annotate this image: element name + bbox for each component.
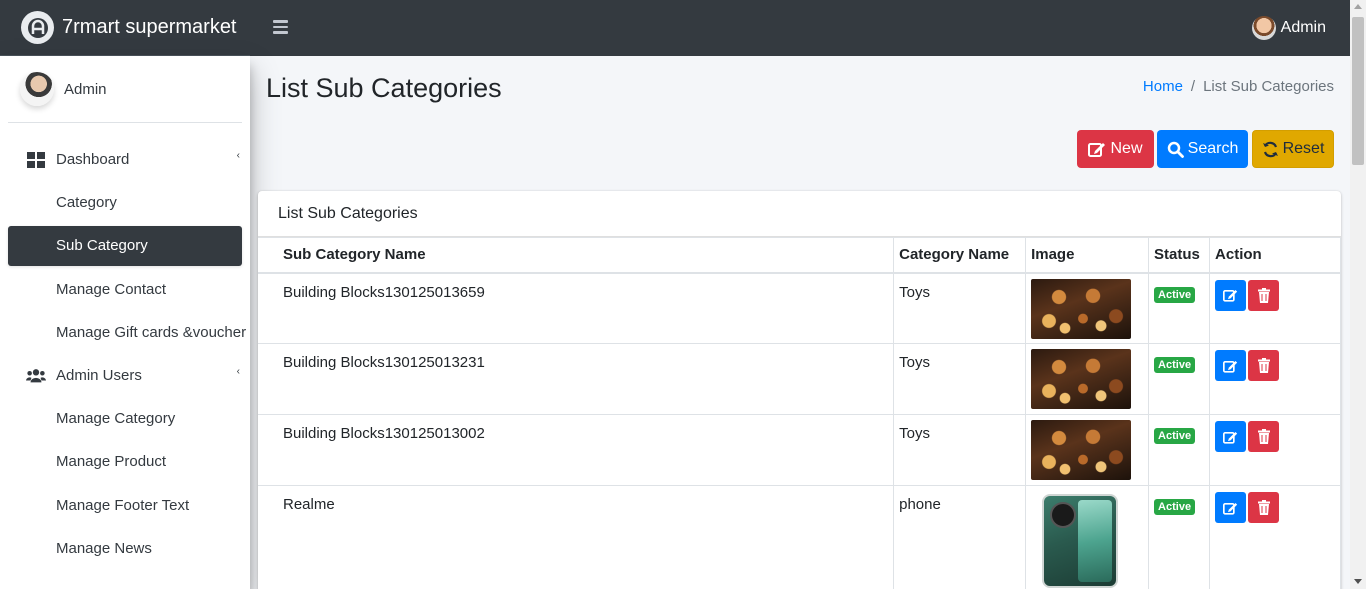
- search-button[interactable]: Search: [1157, 130, 1248, 168]
- table-row: Building Blocks130125013659 Toys Active: [258, 272, 1341, 344]
- phone-image: [1042, 494, 1119, 588]
- category-name: Toys: [893, 343, 1027, 415]
- scrollbar-thumb[interactable]: [1352, 17, 1364, 165]
- scroll-down-arrow-icon[interactable]: [1354, 579, 1362, 584]
- sidebar-item-manage-contact[interactable]: Manage Contact: [8, 270, 242, 310]
- sidebar-item-manage-category[interactable]: Manage Category: [8, 399, 242, 439]
- sidebar-item-sub-category[interactable]: Sub Category: [8, 226, 242, 266]
- sidebar-item-label: Manage Contact: [56, 281, 167, 298]
- reset-button[interactable]: Reset: [1252, 130, 1334, 168]
- delete-button[interactable]: [1248, 350, 1280, 381]
- category-name: Toys: [893, 272, 1027, 344]
- trash-icon: [1257, 287, 1270, 303]
- sub-category-name: Building Blocks130125013659: [258, 272, 895, 344]
- breadcrumb: Home / List Sub Categories: [1143, 78, 1334, 95]
- edit-icon: [1223, 360, 1238, 373]
- edit-icon: [1088, 143, 1106, 157]
- sidebar-item-manage-footer-text[interactable]: Manage Footer Text: [8, 486, 242, 526]
- food-image: [1031, 278, 1132, 339]
- refresh-icon: [1262, 141, 1278, 157]
- table-row: Building Blocks130125013231 Toys Active: [258, 343, 1341, 415]
- new-button-label: New: [1110, 140, 1143, 157]
- brand-link[interactable]: 7rmart supermarket: [0, 0, 250, 56]
- sidebar-item-label: Dashboard: [56, 151, 130, 168]
- sidebar-item-label: Manage Product: [56, 453, 167, 470]
- column-header: Action: [1209, 237, 1341, 274]
- sidebar-item-label: Sub Category: [56, 237, 148, 254]
- sidebar-item-admin-users[interactable]: Admin Users ‹: [8, 356, 242, 396]
- category-name: phone: [893, 485, 1027, 589]
- breadcrumb-separator: /: [1190, 78, 1196, 95]
- top-user-avatar: [1251, 16, 1276, 40]
- trash-icon: [1257, 500, 1270, 515]
- sidebar-item-label: Manage Category: [56, 410, 176, 427]
- breadcrumb-current: List Sub Categories: [1203, 78, 1334, 95]
- trash-icon: [1257, 429, 1270, 444]
- top-user-name: Admin: [1280, 19, 1326, 36]
- status-badge: Active: [1154, 499, 1196, 515]
- menu-toggle-icon[interactable]: [273, 20, 289, 34]
- brand-logo-icon: [21, 11, 54, 44]
- chevron-left-icon: ‹: [236, 150, 240, 161]
- scroll-up-arrow-icon[interactable]: [1354, 4, 1362, 9]
- column-header: Sub Category Name: [258, 237, 895, 274]
- page-title: List Sub Categories: [266, 73, 502, 103]
- sub-category-name: Building Blocks130125013002: [258, 414, 895, 486]
- sidebar-item-label: Category: [56, 194, 117, 211]
- users-icon: [26, 369, 46, 383]
- edit-button[interactable]: [1215, 279, 1247, 311]
- status-badge: Active: [1154, 286, 1196, 303]
- status-badge: Active: [1154, 357, 1196, 373]
- sidebar-user-panel: Admin: [8, 56, 242, 123]
- card-title: List Sub Categories: [278, 205, 418, 222]
- sidebar-item-dashboard[interactable]: Dashboard ‹: [8, 140, 242, 180]
- breadcrumb-home-link[interactable]: Home: [1143, 78, 1183, 95]
- sidebar-user-name[interactable]: Admin: [64, 81, 107, 98]
- sidebar-item-manage-gift-cards[interactable]: Manage Gift cards &voucher: [8, 313, 246, 353]
- status-badge: Active: [1154, 428, 1196, 444]
- avatar: [20, 72, 54, 106]
- sub-categories-table: Sub Category Name Category Name Image St…: [258, 237, 1341, 589]
- new-button[interactable]: New: [1077, 130, 1154, 168]
- edit-button[interactable]: [1215, 350, 1247, 381]
- food-image: [1031, 349, 1132, 409]
- edit-button[interactable]: [1215, 492, 1247, 523]
- delete-button[interactable]: [1248, 421, 1280, 452]
- chevron-left-icon: ‹: [236, 366, 240, 377]
- sidebar-item-label: Manage News: [56, 540, 152, 557]
- food-image: [1031, 420, 1132, 480]
- sub-categories-card: List Sub Categories Sub Category Name Ca…: [258, 191, 1341, 589]
- card-header: List Sub Categories: [258, 191, 1341, 237]
- sidebar-item-label: Admin Users: [56, 367, 142, 384]
- trash-icon: [1257, 358, 1270, 373]
- dashboard-icon: [27, 152, 45, 168]
- edit-button[interactable]: [1215, 421, 1247, 452]
- sidebar-item-manage-product[interactable]: Manage Product: [8, 442, 242, 482]
- sidebar-item-manage-news[interactable]: Manage News: [8, 529, 242, 569]
- sidebar-item-category[interactable]: Category: [8, 183, 242, 223]
- search-button-label: Search: [1187, 140, 1239, 157]
- column-header: Image: [1025, 237, 1150, 274]
- top-user-menu[interactable]: Admin: [1251, 16, 1326, 40]
- edit-icon: [1223, 431, 1238, 444]
- search-icon: [1167, 141, 1184, 158]
- category-name: Toys: [893, 414, 1027, 486]
- delete-button[interactable]: [1248, 279, 1280, 311]
- edit-icon: [1223, 502, 1238, 515]
- edit-icon: [1223, 290, 1238, 302]
- table-row: Realme phone Active: [258, 485, 1341, 589]
- column-header: Status: [1148, 237, 1211, 274]
- sidebar-item-label: Manage Gift cards &voucher: [56, 324, 247, 341]
- column-header: Category Name: [893, 237, 1027, 274]
- sidebar-item-label: Manage Footer Text: [56, 497, 190, 514]
- sub-category-name: Realme: [258, 485, 895, 589]
- brand-name: 7rmart supermarket: [62, 16, 237, 38]
- table-row: Building Blocks130125013002 Toys Active: [258, 414, 1341, 486]
- sub-category-name: Building Blocks130125013231: [258, 343, 895, 415]
- reset-button-label: Reset: [1282, 140, 1325, 157]
- delete-button[interactable]: [1248, 492, 1280, 523]
- sidebar: Admin Dashboard ‹ Category Sub Category …: [0, 56, 250, 589]
- page-scrollbar[interactable]: [1350, 0, 1366, 589]
